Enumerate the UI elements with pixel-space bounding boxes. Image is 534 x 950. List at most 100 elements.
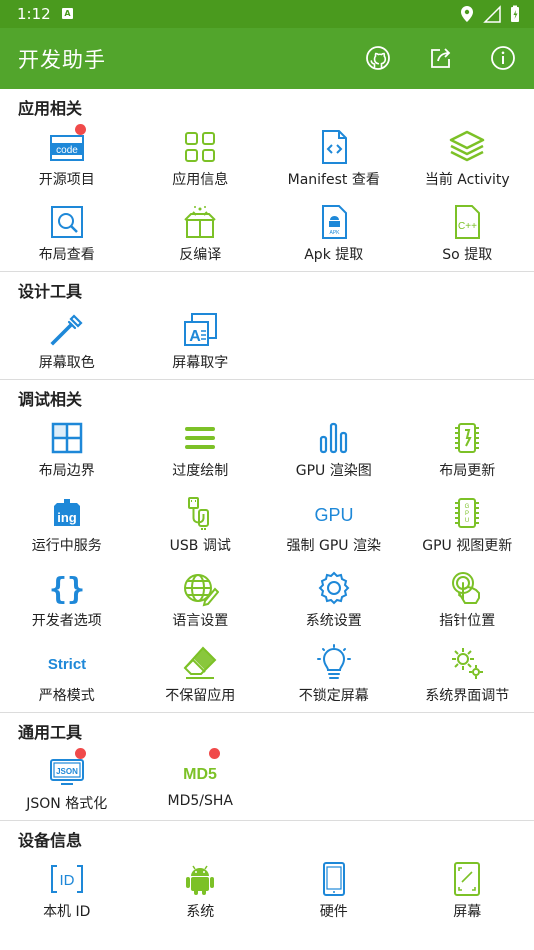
tool-label: 屏幕取色 <box>38 355 95 371</box>
info-icon <box>491 46 515 70</box>
tool-item[interactable]: A 屏幕取字 <box>134 304 268 379</box>
tool-label: So 提取 <box>442 247 493 263</box>
tool-item[interactable]: 硬件 <box>267 853 401 928</box>
tool-item[interactable]: 屏幕取色 <box>0 304 134 379</box>
tool-label: GPU 渲染图 <box>295 463 372 479</box>
chip-icon <box>448 419 486 457</box>
tool-label: 不锁定屏幕 <box>298 688 369 704</box>
tool-label: 强制 GPU 渲染 <box>286 538 381 554</box>
tool-label: GPU 视图更新 <box>422 538 513 554</box>
tool-label: 屏幕取字 <box>172 355 229 371</box>
share-button[interactable] <box>427 44 455 72</box>
code-document-icon <box>315 128 353 166</box>
tool-label: 应用信息 <box>172 172 229 188</box>
location-icon <box>460 6 473 22</box>
overdraw-lines-icon <box>181 419 219 457</box>
tool-item[interactable]: 系统界面调节 <box>401 637 534 712</box>
gift-box-icon <box>181 203 219 241</box>
svg-text:code: code <box>56 145 78 156</box>
tool-label: Apk 提取 <box>304 247 364 263</box>
tool-item[interactable]: 语言设置 <box>134 562 268 637</box>
app-bar: 开发助手 <box>0 28 534 89</box>
tool-item[interactable]: ID 本机 ID <box>0 853 134 928</box>
tool-grid: 布局边界 过度绘制 GPU 渲染图 布局更新 ing 运行中服务 USB 调试 GPU 强制 G… <box>0 412 534 712</box>
text-extract-icon: A <box>181 311 219 349</box>
tool-item[interactable]: 系统 <box>134 853 268 928</box>
tool-item[interactable]: 布局更新 <box>401 412 534 487</box>
svg-text:MD5: MD5 <box>183 766 217 783</box>
braces-icon: {} <box>48 569 86 607</box>
tool-item[interactable]: C++ So 提取 <box>401 196 534 271</box>
tool-item[interactable]: GPU 强制 GPU 渲染 <box>267 487 401 562</box>
github-button[interactable] <box>364 44 392 72</box>
tool-item[interactable]: JSON JSON 格式化 <box>0 745 134 820</box>
screen-corners-icon <box>448 860 486 898</box>
svg-text:G: G <box>465 504 470 510</box>
tool-item[interactable]: USB 调试 <box>134 487 268 562</box>
tool-label: 本机 ID <box>43 904 91 920</box>
tool-item[interactable]: MD5 MD5/SHA <box>134 745 268 820</box>
grid-apps-icon <box>181 128 219 166</box>
touch-pointer-icon <box>448 569 486 607</box>
tool-label: 系统 <box>186 904 215 920</box>
tool-item[interactable]: 反编译 <box>134 196 268 271</box>
ing-badge-icon: ing <box>48 494 86 532</box>
tool-label: 系统设置 <box>305 613 362 629</box>
tool-item[interactable]: ing 运行中服务 <box>0 487 134 562</box>
tool-item[interactable]: Strict 严格模式 <box>0 637 134 712</box>
tool-item[interactable]: 布局查看 <box>0 196 134 271</box>
tool-item[interactable]: 屏幕 <box>401 853 534 928</box>
eraser-icon <box>181 644 219 682</box>
tool-label: 过度绘制 <box>172 463 229 479</box>
section-title: 通用工具 <box>18 723 83 742</box>
bar-graph-icon <box>315 419 353 457</box>
tool-item[interactable]: 不锁定屏幕 <box>267 637 401 712</box>
new-badge <box>75 124 86 135</box>
tool-item[interactable]: 布局边界 <box>0 412 134 487</box>
svg-text:{}: {} <box>49 572 85 607</box>
gear-icon <box>315 569 353 607</box>
magnifier-frame-icon <box>48 203 86 241</box>
tool-item[interactable]: APK Apk 提取 <box>267 196 401 271</box>
tool-item[interactable]: GPU 渲染图 <box>267 412 401 487</box>
tool-item[interactable]: 系统设置 <box>267 562 401 637</box>
eyedropper-icon <box>48 311 86 349</box>
id-bracket-icon: ID <box>48 860 86 898</box>
tool-item[interactable]: 指针位置 <box>401 562 534 637</box>
tool-item[interactable]: G P U GPU 视图更新 <box>401 487 534 562</box>
tool-item[interactable]: 应用信息 <box>134 121 268 196</box>
tool-item[interactable]: 不保留应用 <box>134 637 268 712</box>
share-icon <box>431 48 451 68</box>
tool-label: USB 调试 <box>169 538 231 554</box>
gears-icon <box>448 644 486 682</box>
svg-text:Strict: Strict <box>48 656 86 673</box>
light-bulb-icon <box>315 644 353 682</box>
cpp-file-icon: C++ <box>448 203 486 241</box>
layout-bounds-icon <box>48 419 86 457</box>
apk-file-icon: APK <box>315 203 353 241</box>
tool-item[interactable]: code 开源项目 <box>0 121 134 196</box>
tool-item[interactable]: 过度绘制 <box>134 412 268 487</box>
tool-label: Manifest 查看 <box>287 172 380 188</box>
strict-text-icon: Strict <box>48 644 86 682</box>
section: 设备信息 ID 本机 ID 系统 硬件 屏幕 <box>0 821 534 928</box>
tool-item[interactable]: Manifest 查看 <box>267 121 401 196</box>
phone-device-icon <box>315 860 353 898</box>
android-icon <box>181 860 219 898</box>
svg-text:ing: ing <box>57 510 77 525</box>
tool-label: 硬件 <box>319 904 348 920</box>
tool-label: 语言设置 <box>172 613 229 629</box>
tool-grid: code 开源项目 应用信息 Manifest 查看 当前 Activity 布局查看 反编… <box>0 121 534 271</box>
layers-icon <box>448 128 486 166</box>
tool-grid: 屏幕取色 A 屏幕取字 <box>0 304 534 379</box>
tool-item[interactable]: {} 开发者选项 <box>0 562 134 637</box>
tool-label: 布局更新 <box>439 463 496 479</box>
new-badge <box>75 748 86 759</box>
tool-grid: JSON JSON 格式化 MD5 MD5/SHA <box>0 745 534 820</box>
signal-icon <box>483 5 501 23</box>
tool-label: MD5/SHA <box>167 793 233 809</box>
svg-text:ID: ID <box>59 872 74 889</box>
section-title: 设备信息 <box>18 831 83 850</box>
tool-item[interactable]: 当前 Activity <box>401 121 534 196</box>
info-button[interactable] <box>489 44 517 72</box>
